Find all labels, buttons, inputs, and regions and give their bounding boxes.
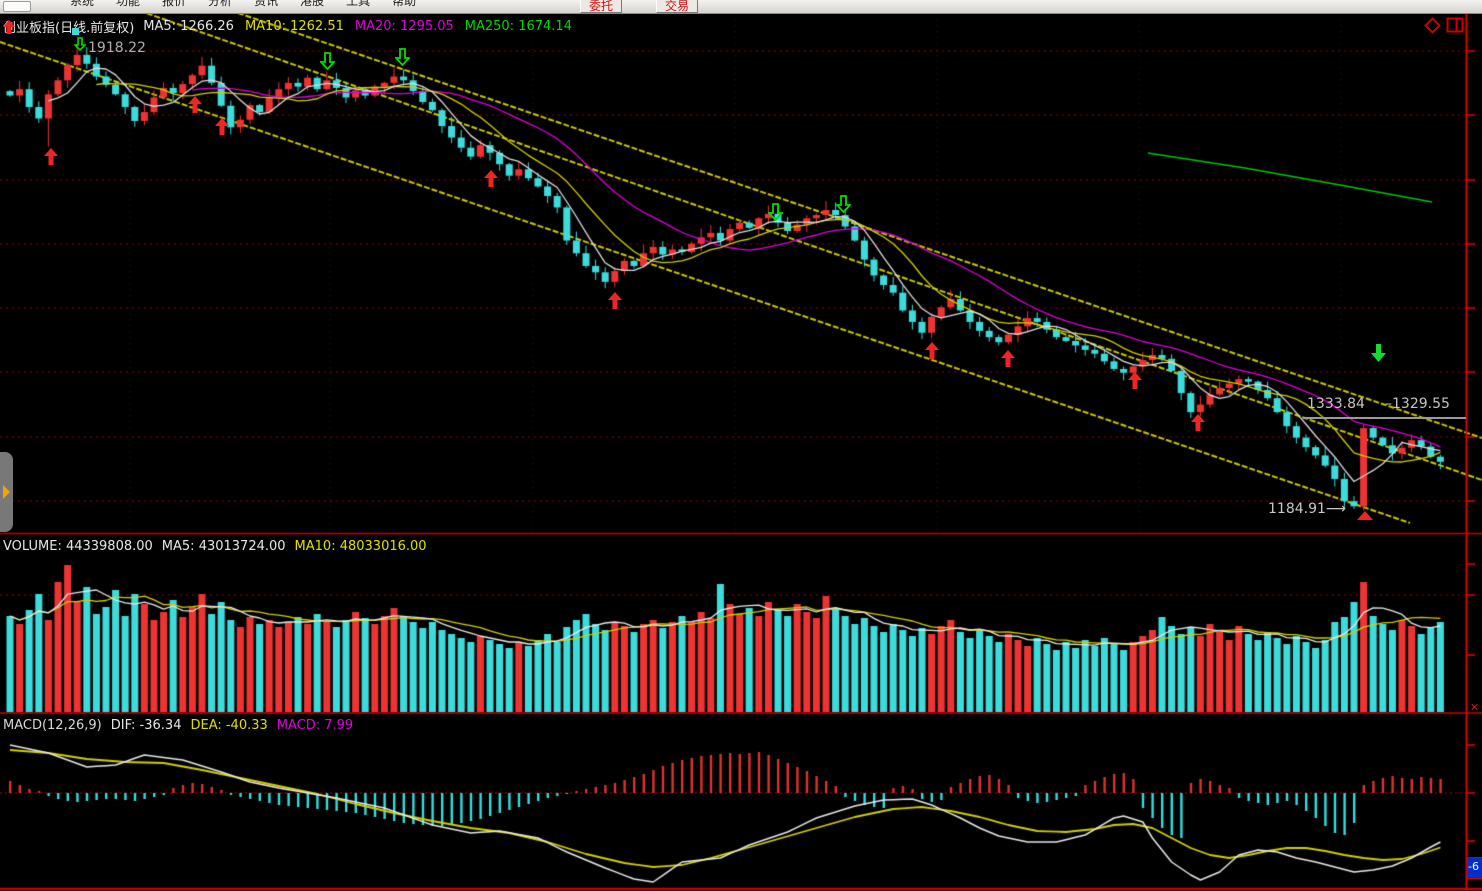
main-chart-header: 创业板指(日线.前复权) MA5: 1266.26MA10: 1262.51MA… <box>3 17 572 36</box>
peak-price-label: 1918.22 <box>88 40 146 56</box>
menu-item-6[interactable]: 工具 <box>346 0 370 9</box>
buy-signal-arrow <box>925 342 939 359</box>
macd-value-2: DEA: -40.33 <box>190 718 267 733</box>
menu-items: 系统 功能 报价 分析 资讯 港股 工具 帮助 <box>70 0 416 9</box>
menu-item-3[interactable]: 分析 <box>208 0 232 9</box>
chart-title: 创业板指(日线.前复权) <box>3 17 134 36</box>
volume-value-0: VOLUME: 44339808.00 <box>3 539 153 554</box>
menubar: 系统 功能 报价 分析 资讯 港股 工具 帮助 委托 交易 <box>0 0 1482 14</box>
price-level-line[interactable] <box>1303 417 1466 419</box>
menu-button-2[interactable]: 交易 <box>656 0 698 13</box>
volume-value-2: MA10: 48033016.00 <box>295 539 427 554</box>
low-point-triangle <box>1357 511 1373 520</box>
sell-signal-arrow <box>768 203 783 221</box>
up-arrow-icon <box>3 20 15 34</box>
low-price-label: 1184.91⟶ <box>1268 501 1344 517</box>
menu-item-7[interactable]: 帮助 <box>392 0 416 9</box>
sidebar-flyout-handle[interactable] <box>0 452 13 532</box>
volume-header: VOLUME: 44339808.00 MA5: 43013724.00 MA10:… <box>3 539 427 554</box>
ma-value-2: MA20: 1295.05 <box>355 19 454 34</box>
buy-signal-arrow <box>484 170 498 187</box>
level-label-right: –1329.55 <box>1385 396 1450 412</box>
menu-item-0[interactable]: 系统 <box>70 0 94 9</box>
flyout-arrow-icon <box>3 485 10 499</box>
menu-item-4[interactable]: 资讯 <box>254 0 278 9</box>
low-arrow: ⟶ <box>1326 501 1344 517</box>
diamond-icon[interactable] <box>1424 17 1441 34</box>
axis-value-badge: -6 <box>1467 857 1482 879</box>
ma-value-3: MA250: 1674.14 <box>465 19 572 34</box>
buy-signal-arrow <box>44 148 58 165</box>
sell-signal-arrow <box>320 52 335 70</box>
buy-signal-arrow <box>608 292 622 309</box>
sell-signal-arrow <box>395 48 410 66</box>
peak-down-arrow <box>74 37 86 52</box>
ma-values: MA5: 1266.26 MA10: 1262.51 MA20: 1295.05 MA… <box>143 19 572 34</box>
menu-item-5[interactable]: 港股 <box>300 0 324 9</box>
sell-filled-arrow <box>1371 344 1386 362</box>
close-panel-icon[interactable]: ✕ <box>1470 701 1479 714</box>
macd-value-1: DIF: -36.34 <box>111 718 182 733</box>
ma-value-0: MA5: 1266.26 <box>143 19 234 34</box>
split-window-icon[interactable] <box>1446 17 1464 34</box>
buy-signal-arrow <box>188 96 202 113</box>
menu-item-2[interactable]: 报价 <box>162 0 186 9</box>
volume-value-1: MA5: 43013724.00 <box>162 539 286 554</box>
corner-icons <box>1424 17 1464 34</box>
macd-header: MACD(12,26,9) DIF: -36.34 DEA: -40.33 MACD:… <box>3 718 353 733</box>
buy-signal-arrow <box>1191 414 1205 431</box>
sell-signal-arrow <box>836 195 851 213</box>
ma-value-1: MA10: 1262.51 <box>245 19 344 34</box>
macd-value-0: MACD(12,26,9) <box>3 718 102 733</box>
app-window: 系统 功能 报价 分析 资讯 港股 工具 帮助 委托 交易 创业板指(日线.前复权) MA5:… <box>0 0 1482 891</box>
level-label-left: 1333.84 <box>1307 396 1365 412</box>
buy-signal-arrow <box>1128 372 1142 389</box>
menu-item-1[interactable]: 功能 <box>116 0 140 9</box>
menu-button-1[interactable]: 委托 <box>580 0 622 13</box>
buy-signal-arrow <box>1001 350 1015 367</box>
peak-square-icon <box>72 28 79 35</box>
buy-signal-arrow <box>215 118 229 135</box>
app-logo[interactable] <box>3 1 31 12</box>
macd-value-3: MACD: 7.99 <box>277 718 353 733</box>
